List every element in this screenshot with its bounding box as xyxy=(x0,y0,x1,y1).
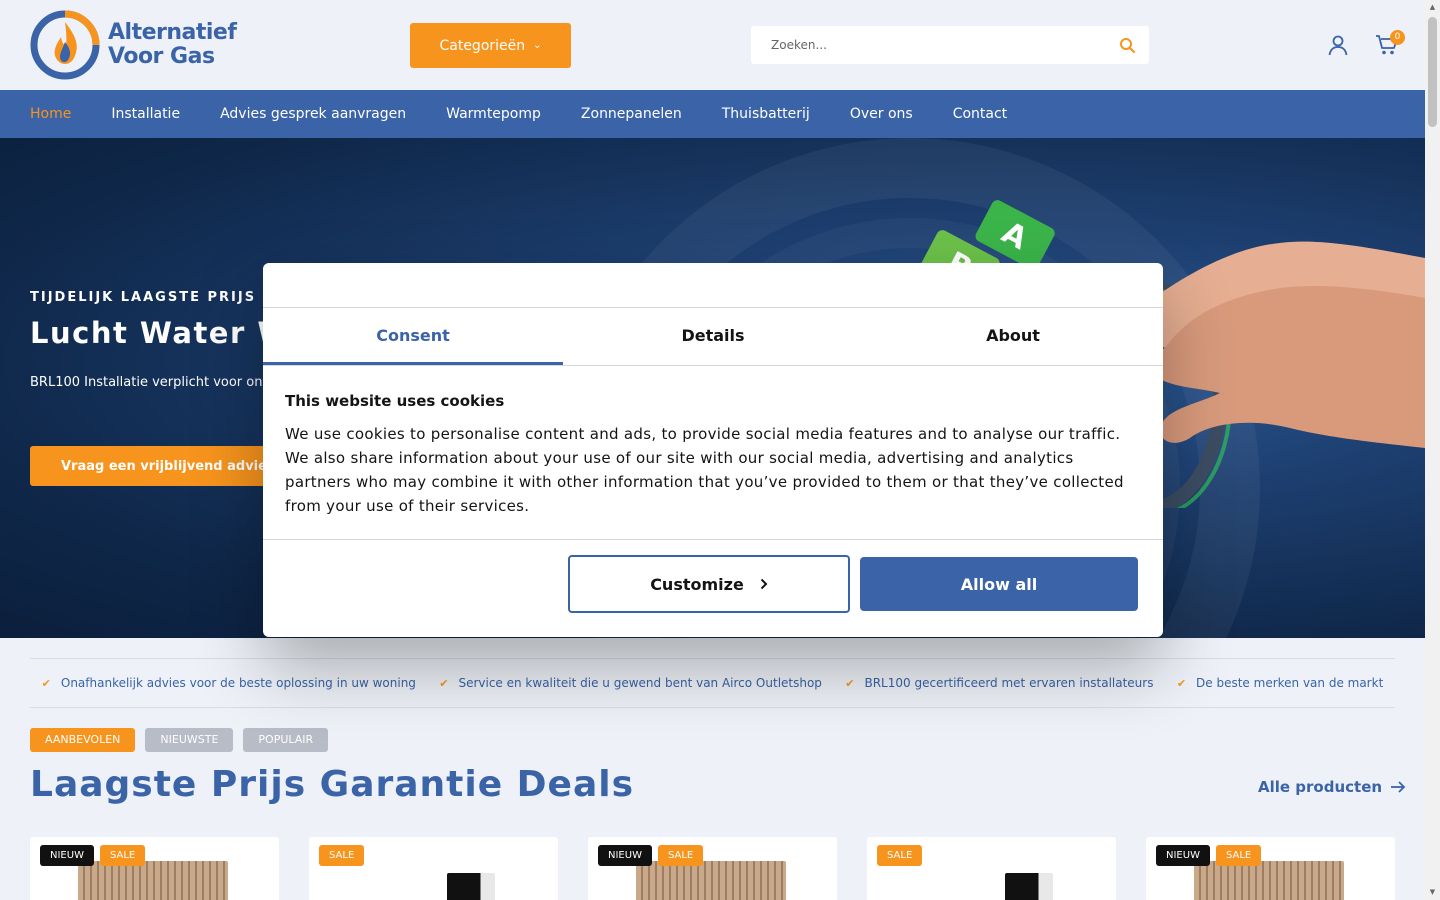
product-image xyxy=(78,861,228,900)
usp-item: ✔ Onafhankelijk advies voor de beste oplo… xyxy=(42,676,416,690)
tab-nieuwste[interactable]: NIEUWSTE xyxy=(145,728,234,752)
tab-populair[interactable]: POPULAIR xyxy=(243,728,329,752)
all-products-link[interactable]: Alle producten xyxy=(1258,778,1406,796)
cart-count-badge: 0 xyxy=(1390,30,1405,45)
logo-line-1: Alternatief xyxy=(108,20,237,45)
categories-label: Categorieën xyxy=(439,37,526,54)
categories-button[interactable]: Categorieën ⌄ xyxy=(410,23,571,68)
customize-label: Customize xyxy=(650,574,744,594)
dialog-header xyxy=(263,263,1163,308)
usp-text: De beste merken van de markt xyxy=(1196,676,1384,690)
scroll-down-icon[interactable]: ▼ xyxy=(1428,888,1437,897)
dialog-tabs: Consent Details About xyxy=(263,308,1163,366)
main-nav: Home Installatie Advies gesprek aanvrage… xyxy=(0,90,1425,138)
check-icon: ✔ xyxy=(41,676,51,690)
product-image xyxy=(636,861,786,900)
badge-sale: SALE xyxy=(1215,845,1262,866)
tab-details[interactable]: Details xyxy=(563,308,863,365)
product-card[interactable]: NIEUW SALE xyxy=(30,837,279,900)
page-scrollbar[interactable]: ▲ ▼ xyxy=(1425,0,1440,900)
badge-new: NIEUW xyxy=(40,845,94,866)
usp-text: Onafhankelijk advies voor de beste oplos… xyxy=(60,676,416,690)
usp-text: BRL100 gecertificeerd met ervaren instal… xyxy=(864,676,1154,690)
product-image xyxy=(1194,861,1344,900)
cookie-consent-dialog: Consent Details About This website uses … xyxy=(263,263,1163,637)
usp-item: ✔ BRL100 gecertificeerd met ervaren insta… xyxy=(845,676,1153,690)
badge-new: NIEUW xyxy=(598,845,652,866)
tab-consent[interactable]: Consent xyxy=(263,308,563,365)
product-card[interactable]: SALE xyxy=(867,837,1116,900)
all-products-label: Alle producten xyxy=(1258,778,1383,796)
nav-item-home[interactable]: Home xyxy=(30,106,71,122)
dialog-heading: This website uses cookies xyxy=(285,392,505,410)
user-account-icon[interactable] xyxy=(1327,34,1349,56)
product-grid: NIEUW SALE SALE NIEUW SALE SALE NIEUW SA… xyxy=(30,837,1395,900)
logo-flame-icon xyxy=(30,10,100,80)
usp-item: ✔ Service en kwaliteit die u gewend bent … xyxy=(439,676,822,690)
badge-sale: SALE xyxy=(657,845,704,866)
nav-item-over-ons[interactable]: Over ons xyxy=(850,106,913,122)
nav-item-contact[interactable]: Contact xyxy=(953,106,1007,122)
scroll-up-icon[interactable]: ▲ xyxy=(1428,3,1437,12)
customize-button[interactable]: Customize xyxy=(568,555,850,613)
hero-subtitle: BRL100 Installatie verplicht voor ont xyxy=(30,375,268,390)
nav-item-thuisbatterij[interactable]: Thuisbatterij xyxy=(722,106,810,122)
section-title: Laagste Prijs Garantie Deals xyxy=(30,764,635,805)
usp-item: ✔ De beste merken van de markt xyxy=(1177,676,1383,690)
product-card[interactable]: SALE xyxy=(309,837,558,900)
product-card[interactable]: NIEUW SALE xyxy=(1146,837,1395,900)
product-badges: SALE xyxy=(877,845,923,866)
product-badges: NIEUW SALE xyxy=(598,845,704,866)
logo-line-2: Voor Gas xyxy=(108,44,215,69)
dialog-actions: Customize Allow all xyxy=(263,540,1163,636)
product-image xyxy=(1005,873,1053,900)
badge-sale: SALE xyxy=(99,845,146,866)
badge-new: NIEUW xyxy=(1156,845,1210,866)
usp-bar: ✔ Onafhankelijk advies voor de beste oplo… xyxy=(30,658,1395,708)
site-header: Alternatief Voor Gas Categorieën ⌄ 0 xyxy=(0,0,1425,90)
check-icon: ✔ xyxy=(1176,676,1187,690)
nav-item-warmtepomp[interactable]: Warmtepomp xyxy=(446,106,541,122)
tab-aanbevolen[interactable]: AANBEVOLEN xyxy=(30,728,136,752)
check-icon: ✔ xyxy=(439,676,449,690)
product-badges: NIEUW SALE xyxy=(40,845,146,866)
badge-sale: SALE xyxy=(877,845,923,866)
search-icon[interactable] xyxy=(1119,37,1135,53)
logo-text: Alternatief Voor Gas xyxy=(108,20,237,69)
site-logo[interactable]: Alternatief Voor Gas xyxy=(30,10,240,80)
product-image xyxy=(447,873,495,900)
nav-item-advies[interactable]: Advies gesprek aanvragen xyxy=(220,106,406,122)
nav-item-zonnepanelen[interactable]: Zonnepanelen xyxy=(581,106,682,122)
product-card[interactable]: NIEUW SALE xyxy=(588,837,837,900)
dialog-body: This website uses cookies We use cookies… xyxy=(263,366,1163,540)
product-tabs: AANBEVOLEN NIEUWSTE POPULAIR xyxy=(30,728,329,752)
badge-sale: SALE xyxy=(319,845,365,866)
product-badges: NIEUW SALE xyxy=(1156,845,1262,866)
dialog-text: We use cookies to personalise content an… xyxy=(285,425,1124,515)
hero-kicker: TIJDELIJK LAAGSTE PRIJS GA xyxy=(30,290,288,305)
chevron-right-icon xyxy=(760,578,768,590)
allow-all-button[interactable]: Allow all xyxy=(860,557,1138,611)
chevron-down-icon: ⌄ xyxy=(533,40,542,51)
tab-about[interactable]: About xyxy=(863,308,1163,365)
search-input[interactable] xyxy=(751,26,1091,64)
product-badges: SALE xyxy=(319,845,365,866)
check-icon: ✔ xyxy=(845,676,855,690)
arrow-right-icon xyxy=(1391,781,1406,793)
search-bar xyxy=(751,26,1149,64)
nav-item-installatie[interactable]: Installatie xyxy=(111,106,180,122)
usp-text: Service en kwaliteit die u gewend bent v… xyxy=(458,676,822,690)
scrollbar-thumb[interactable] xyxy=(1428,17,1437,127)
